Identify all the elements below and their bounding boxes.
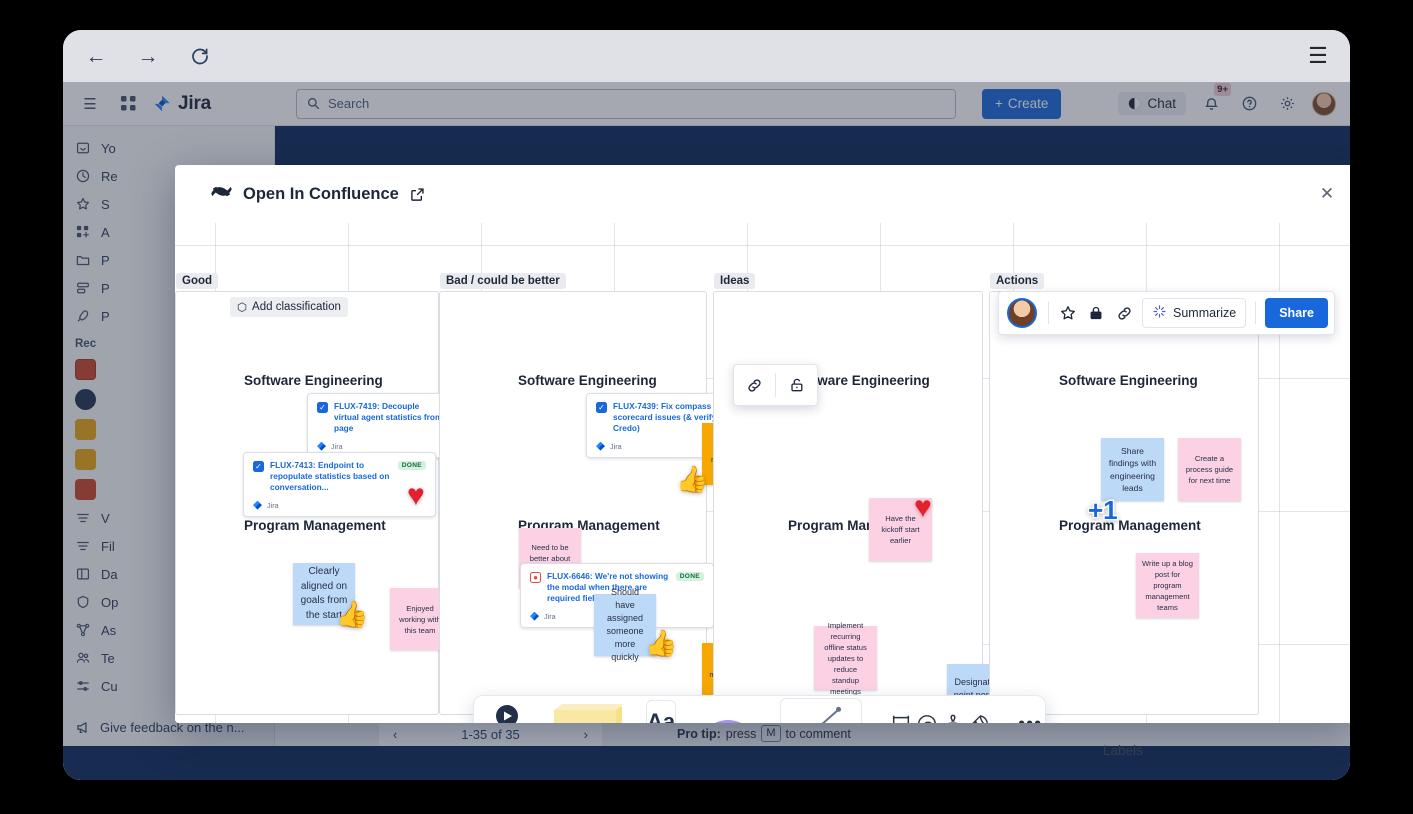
column-label-bad: Bad / could be better (440, 273, 566, 289)
issue-source: Jira (267, 501, 279, 510)
jira-icon (530, 612, 539, 621)
add-classification-chip[interactable]: ⬡ Add classification (230, 297, 348, 317)
pagination-control: ‹ 1-35 of 35 › (379, 722, 602, 746)
section-title-engineering-actions: Software Engineering (1059, 373, 1198, 388)
select-tool[interactable] (486, 700, 530, 723)
pagination-range: 1-35 of 35 (461, 727, 520, 742)
sticky-note-tool[interactable] (534, 698, 642, 723)
sticky-text: Enjoyed working with this team (396, 603, 444, 636)
pagination-prev[interactable]: ‹ (393, 727, 397, 742)
sticker-tool[interactable] (968, 707, 990, 723)
classification-icon: ⬡ (237, 300, 247, 314)
sticky-process-guide[interactable]: Create a process guide for next time (1178, 438, 1241, 501)
sticky-text: Create a process guide for next time (1184, 453, 1235, 486)
column-label-actions: Actions (990, 273, 1044, 289)
link-icon[interactable] (1110, 299, 1138, 327)
frame-tool[interactable] (890, 707, 912, 723)
text-tool-label: Aa (647, 709, 675, 724)
sticky-text: Share findings with engineering leads (1107, 445, 1158, 495)
collaborator-avatar[interactable] (1007, 298, 1037, 328)
ai-sparkle-icon (1152, 304, 1167, 322)
reaction-thumb-bad-1[interactable]: 👍 (676, 466, 708, 492)
whiteboard-canvas[interactable]: Good Software Engineering Program Manage… (175, 223, 1350, 723)
confluence-icon (211, 181, 232, 207)
more-tools-icon[interactable]: ••• (1018, 707, 1042, 723)
sticky-offline-updates[interactable]: Implement recurring offline status updat… (814, 626, 877, 690)
issue-title: FLUX-7419: Decouple virtual agent statis… (334, 401, 445, 435)
star-icon[interactable] (1054, 299, 1082, 327)
pagination-next[interactable]: › (584, 727, 588, 742)
summarize-button[interactable]: Summarize (1142, 298, 1246, 328)
stamp-tool[interactable] (942, 707, 964, 723)
browser-window: ← → ☰ ☰ Jira Search + Create (63, 30, 1350, 780)
unlock-icon[interactable] (776, 377, 817, 393)
external-link-icon (410, 187, 425, 202)
reaction-heart-good[interactable]: ♥ (407, 481, 425, 511)
jira-icon (317, 442, 326, 451)
lock-icon[interactable] (1082, 299, 1110, 327)
issue-source: Jira (331, 442, 343, 451)
sticky-share-findings[interactable]: Share findings with engineering leads (1101, 438, 1164, 501)
sticky-blog-post[interactable]: Write up a blog post for program managem… (1136, 553, 1199, 618)
browser-toolbar: ← → ☰ (63, 30, 1350, 82)
status-badge: DONE (398, 461, 426, 470)
section-title-program-actions: Program Management (1059, 518, 1201, 533)
bug-type-icon: ● (530, 572, 541, 583)
issue-title: FLUX-7413: Endpoint to repopulate statis… (270, 460, 392, 494)
section-title-engineering-good: Software Engineering (244, 373, 383, 388)
open-in-confluence-label: Open In Confluence (243, 185, 399, 204)
toolbar-separator (1048, 302, 1049, 324)
shape-tool[interactable] (680, 698, 776, 723)
toolbar-separator (1255, 302, 1256, 324)
issue-source: Jira (544, 612, 556, 621)
reaction-plus-one[interactable]: +1 (1088, 497, 1118, 523)
reaction-heart-ideas[interactable]: ♥ (914, 493, 932, 523)
close-icon[interactable]: ✕ (1313, 180, 1341, 208)
issue-source: Jira (610, 442, 622, 451)
add-classification-label: Add classification (252, 301, 341, 313)
modal-header: Open In Confluence ✕ (175, 165, 1350, 223)
column-actions[interactable]: Actions (989, 291, 1259, 715)
labels-field-label: Labels (1103, 743, 1143, 758)
browser-menu-icon[interactable]: ☰ (1304, 42, 1332, 70)
pro-tip-prefix: Pro tip: (677, 727, 721, 741)
back-icon[interactable]: ← (81, 41, 111, 71)
section-title-program-good: Program Management (244, 518, 386, 533)
task-type-icon: ✓ (317, 402, 328, 413)
confluence-whiteboard-modal: Open In Confluence ✕ Good Software Engin… (175, 165, 1350, 723)
reaction-thumb-bad-2[interactable]: 👍 (645, 630, 677, 656)
reaction-thumb-good[interactable]: 👍 (336, 601, 368, 627)
jira-icon (596, 442, 605, 451)
share-button-label: Share (1279, 306, 1314, 320)
pro-tip: Pro tip: press M to comment (677, 725, 851, 742)
sticky-text: Should have assigned someone more quickl… (600, 586, 650, 664)
link-icon[interactable] (734, 377, 775, 394)
sticky-text: Write up a blog post for program managem… (1142, 558, 1193, 613)
text-tool[interactable]: Aa (646, 700, 676, 723)
share-button[interactable]: Share (1265, 298, 1328, 328)
jira-icon (253, 501, 262, 510)
whiteboard-share-toolbar: Summarize Share (998, 291, 1335, 335)
line-tool[interactable] (780, 698, 862, 723)
column-label-good: Good (176, 273, 218, 289)
open-in-confluence-button[interactable]: Open In Confluence (211, 181, 425, 207)
status-badge: DONE (676, 572, 704, 581)
task-type-icon: ✓ (596, 402, 607, 413)
reload-icon[interactable] (185, 41, 215, 71)
pro-tip-key: M (761, 725, 780, 742)
task-type-icon: ✓ (253, 461, 264, 472)
summarize-label: Summarize (1173, 306, 1236, 320)
section-title-engineering-bad: Software Engineering (518, 373, 657, 388)
pro-tip-middle: press (726, 727, 757, 741)
pro-tip-suffix: to comment (786, 727, 851, 741)
smart-section-tool[interactable] (916, 707, 938, 723)
whiteboard-tool-palette: Aa (473, 695, 1046, 723)
ideas-floating-toolbar (733, 364, 818, 406)
sticky-text: Implement recurring offline status updat… (820, 620, 871, 697)
column-label-ideas: Ideas (714, 273, 755, 289)
forward-icon[interactable]: → (133, 41, 163, 71)
